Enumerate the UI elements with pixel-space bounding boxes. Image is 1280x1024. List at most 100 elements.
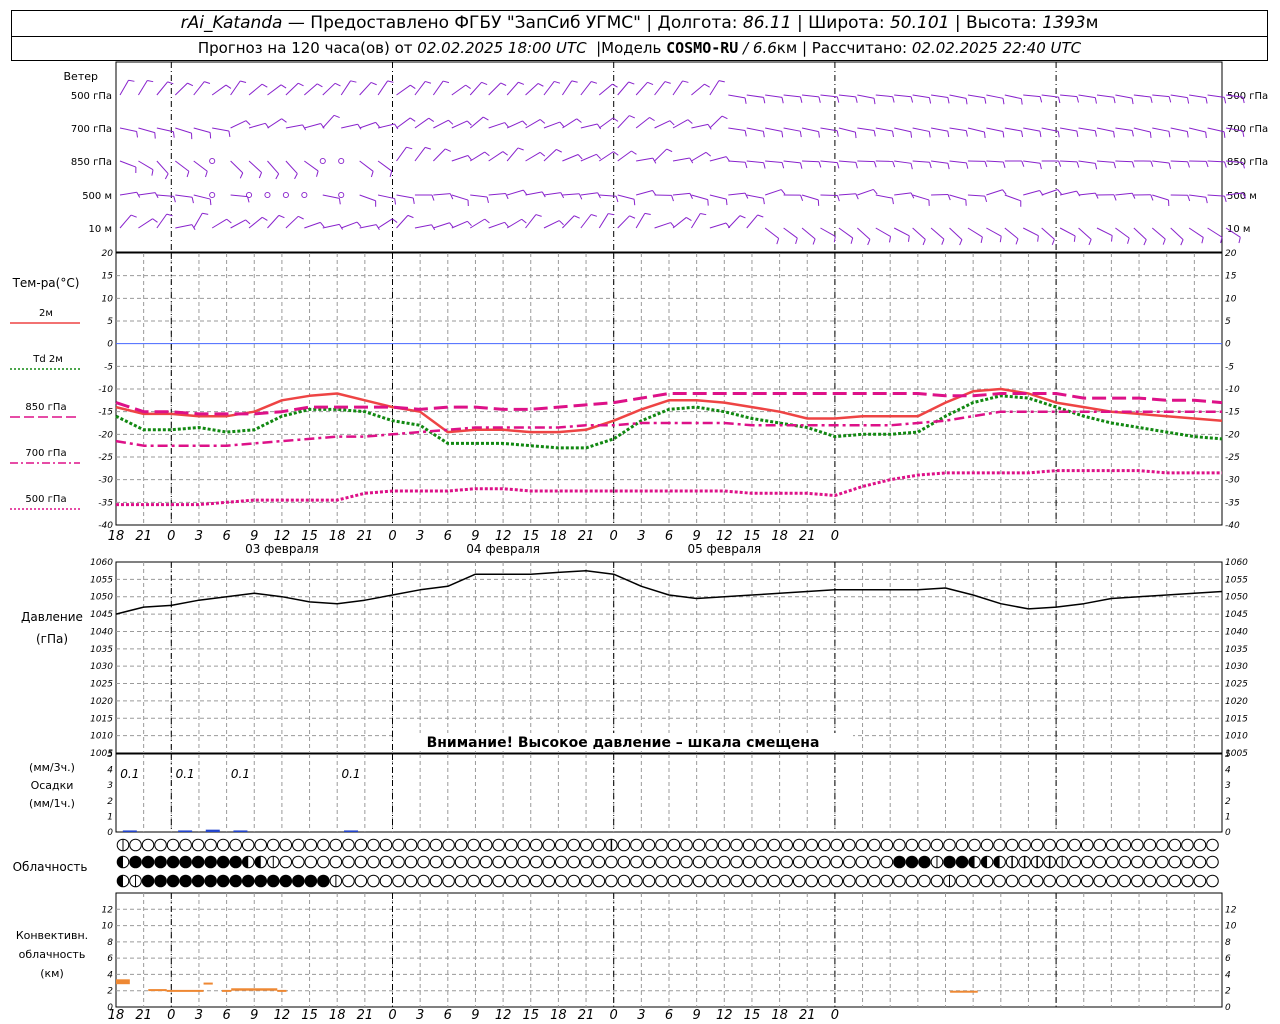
wind-barb — [912, 94, 930, 99]
precip-tick-left: 2 — [107, 797, 113, 807]
cloud-symbol — [442, 838, 455, 852]
wind-barb — [119, 127, 137, 132]
cloud-symbol — [154, 874, 167, 888]
wind-barb-flag — [202, 212, 209, 215]
wind-barb-flag — [172, 131, 175, 138]
cloud-symbol — [1131, 874, 1144, 888]
cloud-symbol — [442, 874, 455, 888]
wind-barb — [930, 94, 948, 99]
wind-barb — [1152, 94, 1170, 98]
wind-barb — [617, 115, 630, 129]
wind-barb — [986, 127, 1004, 133]
conv-tick-left: 12 — [102, 905, 114, 915]
wind-barb — [285, 160, 298, 174]
wind-barb — [783, 127, 801, 132]
cloud-symbol — [855, 855, 869, 869]
wind-barb-flag — [591, 81, 598, 84]
wind-barb — [451, 120, 468, 129]
cloud-symbol — [667, 855, 681, 869]
pressure-unit-label: (гПа) — [36, 632, 68, 646]
wind-barb — [248, 83, 263, 96]
wind-barb-flag — [465, 84, 471, 89]
wind-barb — [986, 227, 1002, 237]
temperature-tick-left: -25 — [98, 453, 113, 463]
wind-barb-flag — [554, 80, 561, 84]
hour-tick-label-bottom: 6 — [444, 1008, 452, 1023]
wind-barb — [304, 123, 321, 129]
wind-barb-flag — [449, 222, 454, 228]
cloud-symbol — [542, 874, 556, 888]
cloud-symbol — [304, 855, 318, 869]
hour-tick-label: 21 — [357, 529, 374, 544]
wind-barb — [856, 227, 871, 240]
cloud-symbol — [968, 874, 981, 888]
wind-barb-flag — [999, 236, 1002, 243]
wind-barb-flag — [907, 235, 910, 242]
wind-barb-flag — [689, 193, 693, 199]
cloud-symbol — [580, 838, 593, 852]
cloud-symbol — [792, 855, 806, 869]
wind-barb — [764, 227, 779, 239]
wind-barb — [1023, 127, 1041, 132]
cloud-symbol — [567, 838, 581, 852]
wind-calm-mark — [264, 191, 271, 199]
cloud-symbol — [767, 874, 781, 888]
wind-barb — [248, 216, 263, 229]
cloud-symbol — [266, 874, 280, 888]
wind-barb — [1189, 194, 1207, 198]
pressure-tick-right: 1010 — [1225, 732, 1248, 742]
cloud-symbol — [918, 855, 931, 869]
pressure-tick-left: 1055 — [90, 575, 113, 585]
wind-barb-flag — [1131, 193, 1136, 199]
cloud-symbol — [1143, 838, 1157, 852]
wind-barb-flag — [409, 117, 416, 122]
cloud-symbol — [1093, 874, 1107, 888]
wind-barb-flag — [1149, 131, 1152, 139]
wind-barb-flag — [1205, 161, 1209, 168]
conv-tick-left: 8 — [107, 938, 113, 948]
cloud-symbol — [191, 874, 205, 888]
cloud-symbol — [367, 855, 380, 869]
wind-barb-flag — [406, 146, 413, 150]
wind-barb — [1152, 160, 1170, 164]
wind-barb — [820, 160, 838, 164]
wind-barb-flag — [1058, 160, 1062, 167]
wind-barb — [174, 160, 190, 172]
cloud-symbol — [918, 838, 931, 852]
temperature-tick-right: 10 — [1225, 294, 1237, 304]
hour-tick-label: 21 — [135, 529, 152, 544]
wind-barb — [470, 194, 488, 198]
cloud-symbol — [492, 855, 505, 869]
pressure-tick-left: 1020 — [90, 697, 113, 707]
precip-axis-label-mid: Осадки — [31, 779, 74, 792]
wind-barb-flag — [1021, 130, 1024, 137]
wind-barb — [691, 194, 708, 201]
wind-barb-flag — [965, 98, 968, 105]
hour-tick-label: 6 — [222, 529, 230, 544]
wind-barb-flag — [559, 121, 565, 127]
wind-barb — [838, 193, 856, 196]
cloud-symbol — [454, 874, 468, 888]
cloud-symbol — [580, 855, 593, 869]
cloud-symbol — [254, 874, 268, 888]
wind-barb-flag — [682, 80, 689, 83]
hour-tick-label-bottom: 9 — [471, 1008, 479, 1023]
cloud-symbol — [154, 838, 167, 852]
cloud-symbol — [141, 874, 155, 888]
cloud-symbol — [692, 855, 706, 869]
temperature-legend-label: Td 2м — [32, 354, 63, 365]
wind-barb-flag — [818, 131, 820, 138]
cloud-symbol — [1080, 838, 1094, 852]
wind-barb-flag — [505, 193, 509, 200]
wind-barb-flag — [504, 222, 509, 228]
wind-barb — [138, 218, 153, 229]
cloud-symbol — [705, 838, 718, 852]
precip-bar — [205, 829, 220, 832]
wind-barb — [709, 194, 727, 200]
cloud-symbol — [592, 838, 606, 852]
wind-barb — [175, 224, 193, 229]
wind-barb — [580, 214, 592, 229]
wind-barb-flag — [448, 119, 454, 125]
wind-barb — [119, 160, 137, 168]
cloud-symbol — [292, 855, 305, 869]
